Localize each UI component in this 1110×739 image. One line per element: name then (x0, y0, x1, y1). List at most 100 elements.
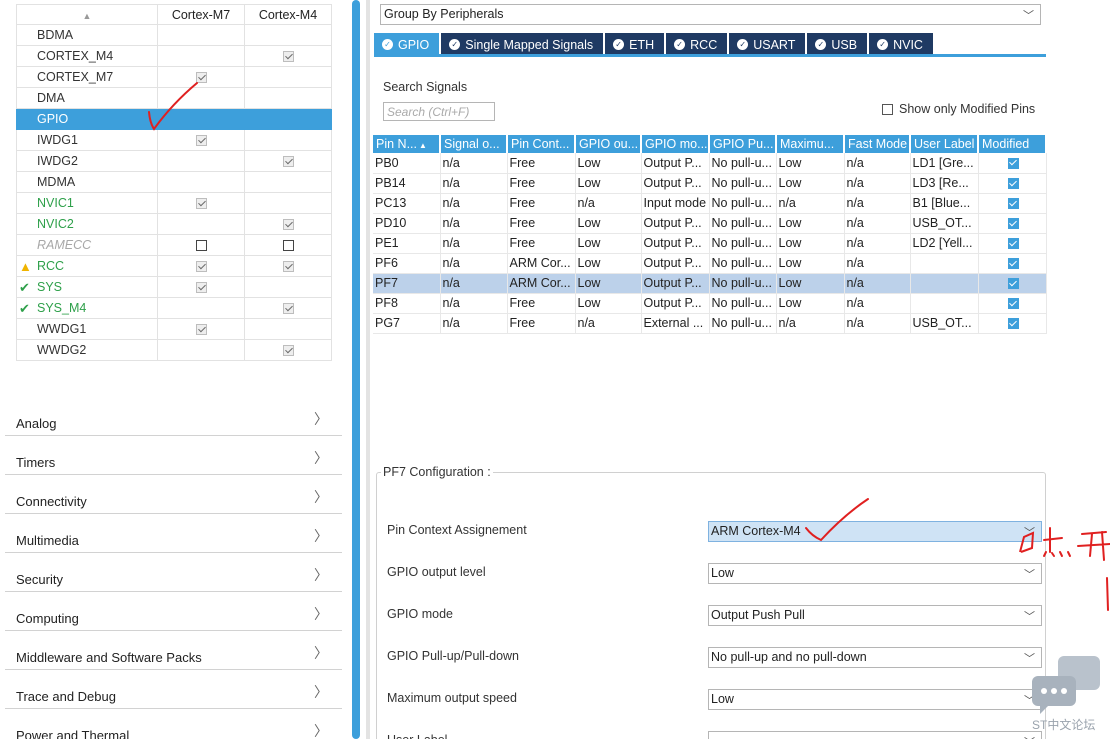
pin-row[interactable]: PF6 n/a ARM Cor... Low Output P... No pull-u.… (373, 253, 1047, 274)
m4-context-checkbox[interactable] (282, 51, 294, 63)
check-circle-icon: ✓ (449, 39, 461, 50)
modified-checkbox[interactable] (1007, 178, 1019, 190)
m4-context-checkbox[interactable] (282, 303, 294, 315)
column-header[interactable]: Signal o... (440, 135, 508, 153)
category-middleware-and-software-packs[interactable]: Middleware and Software Packs 〉 (5, 631, 342, 670)
peripheral-name: IWDG1 (37, 133, 78, 147)
config-label: GPIO output level (387, 565, 486, 579)
column-header[interactable]: Pin N... ▲ (373, 135, 441, 153)
modified-checkbox[interactable] (1007, 198, 1019, 210)
peripheral-row[interactable]: NVIC1 (16, 192, 332, 214)
peripheral-row[interactable]: ▲ RCC (16, 255, 332, 277)
peripheral-row[interactable]: MDMA (16, 171, 332, 193)
tab-gpio[interactable]: ✓ GPIO (374, 33, 442, 54)
modified-checkbox[interactable] (1007, 218, 1019, 230)
pin-row[interactable]: PB14 n/a Free Low Output P... No pull-u... Low… (373, 173, 1047, 194)
m4-context-checkbox[interactable] (282, 156, 294, 168)
stm32cubemx-window: ▲ Cortex-M7 Cortex-M4 BDMA CORTEX_M4 CORTE… (0, 0, 1110, 739)
peripheral-row[interactable]: IWDG2 (16, 150, 332, 172)
peripheral-row[interactable]: WWDG1 (16, 318, 332, 340)
peripheral-row[interactable]: CORTEX_M4 (16, 45, 332, 67)
column-header[interactable]: GPIO mo... (641, 135, 710, 153)
m4-context-checkbox[interactable] (282, 219, 294, 231)
column-header[interactable]: GPIO ou... (575, 135, 642, 153)
category-security[interactable]: Security 〉 (5, 553, 342, 592)
splitter[interactable] (366, 0, 370, 739)
peripheral-row[interactable]: ✔ SYS (16, 276, 332, 298)
pin-row[interactable]: PB0 n/a Free Low Output P... No pull-u... Low n… (373, 153, 1047, 174)
config-select[interactable]: ARM Cortex-M4 ﹀ (708, 521, 1042, 542)
category-connectivity[interactable]: Connectivity 〉 (5, 475, 342, 514)
config-select[interactable]: ﹀ (708, 731, 1042, 739)
column-header[interactable]: User Label (910, 135, 979, 153)
sort-header[interactable]: ▲ (16, 4, 158, 25)
tab-usb[interactable]: ✓ USB (807, 33, 870, 54)
column-header[interactable]: Modified (978, 135, 1047, 153)
pin-row[interactable]: PC13 n/a Free n/a Input mode No pull-u... n/a n… (373, 193, 1047, 214)
modified-checkbox[interactable] (1007, 238, 1019, 250)
tab-rcc[interactable]: ✓ RCC (666, 33, 730, 54)
chevron-down-icon: ﹀ (1024, 611, 1035, 623)
m7-context-checkbox[interactable] (195, 72, 207, 84)
category-timers[interactable]: Timers 〉 (5, 436, 342, 475)
modified-checkbox[interactable] (1007, 318, 1019, 330)
modified-cell (978, 193, 1047, 214)
search-input[interactable]: Search (Ctrl+F) (383, 102, 495, 121)
category-computing[interactable]: Computing 〉 (5, 592, 342, 631)
column-header[interactable]: Maximu... (776, 135, 845, 153)
column-header[interactable]: GPIO Pu... (709, 135, 777, 153)
modified-checkbox[interactable] (1007, 298, 1019, 310)
modified-checkbox[interactable] (1007, 278, 1019, 290)
tab-label: GPIO (398, 37, 430, 52)
m7-context-checkbox[interactable] (195, 282, 207, 294)
tab-nvic[interactable]: ✓ NVIC (869, 33, 935, 54)
peripheral-row[interactable]: DMA (16, 87, 332, 109)
config-select[interactable]: Output Push Pull ﹀ (708, 605, 1042, 626)
check-circle-icon: ✓ (737, 39, 749, 50)
pin-row[interactable]: PG7 n/a Free n/a External ... No pull-u... n/a… (373, 313, 1047, 334)
column-header-label: Maximu... (780, 137, 835, 151)
show-modified-label: Show only Modified Pins (899, 102, 1036, 116)
m7-context-checkbox[interactable] (195, 261, 207, 273)
m4-context-checkbox[interactable] (282, 345, 294, 357)
modified-checkbox[interactable] (1007, 258, 1019, 270)
config-select[interactable]: No pull-up and no pull-down ﹀ (708, 647, 1042, 668)
m7-cell (157, 45, 245, 67)
peripheral-row[interactable]: IWDG1 (16, 129, 332, 151)
peripheral-row[interactable]: ✔ SYS_M4 (16, 297, 332, 319)
m7-context-checkbox[interactable] (195, 240, 207, 252)
pin-row[interactable]: PD10 n/a Free Low Output P... No pull-u... Low… (373, 213, 1047, 234)
m4-context-checkbox[interactable] (282, 240, 294, 252)
modified-checkbox[interactable] (1007, 157, 1019, 169)
peripheral-row[interactable]: BDMA (16, 24, 332, 46)
m7-context-checkbox[interactable] (195, 135, 207, 147)
config-select[interactable]: Low ﹀ (708, 689, 1042, 710)
tab-single-mapped-signals[interactable]: ✓ Single Mapped Signals (441, 33, 606, 54)
tab-eth[interactable]: ✓ ETH (605, 33, 667, 54)
pin-row[interactable]: PE1 n/a Free Low Output P... No pull-u... Low n… (373, 233, 1047, 254)
column-header[interactable]: Pin Cont... (507, 135, 576, 153)
peripheral-row[interactable]: NVIC2 (16, 213, 332, 235)
config-select[interactable]: Low ﹀ (708, 563, 1042, 584)
m4-context-checkbox[interactable] (282, 261, 294, 273)
category-multimedia[interactable]: Multimedia 〉 (5, 514, 342, 553)
peripheral-row[interactable]: RAMECC (16, 234, 332, 256)
column-header[interactable]: Fast Mode (844, 135, 911, 153)
config-value: ARM Cortex-M4 (711, 524, 801, 538)
category-analog[interactable]: Analog 〉 (5, 397, 342, 436)
pin-row[interactable]: PF7 n/a ARM Cor... Low Output P... No pull-u.… (373, 273, 1047, 294)
group-by-dropdown[interactable]: Group By Peripherals ﹀ (380, 4, 1041, 25)
category-trace-and-debug[interactable]: Trace and Debug 〉 (5, 670, 342, 709)
m7-context-checkbox[interactable] (195, 324, 207, 336)
category-power-and-thermal[interactable]: Power and Thermal 〉 (5, 709, 342, 739)
peripheral-row[interactable]: GPIO (16, 108, 332, 130)
left-scrollbar[interactable] (352, 0, 360, 739)
tab-usart[interactable]: ✓ USART (729, 33, 808, 54)
show-modified-checkbox[interactable]: Show only Modified Pins (882, 102, 1035, 116)
pin-row[interactable]: PF8 n/a Free Low Output P... No pull-u... Low n… (373, 293, 1047, 314)
m7-context-checkbox[interactable] (195, 198, 207, 210)
check-circle-icon: ✓ (674, 39, 686, 50)
peripheral-row[interactable]: CORTEX_M7 (16, 66, 332, 88)
peripheral-row[interactable]: WWDG2 (16, 339, 332, 361)
chevron-right-icon: 〉 (314, 450, 328, 466)
